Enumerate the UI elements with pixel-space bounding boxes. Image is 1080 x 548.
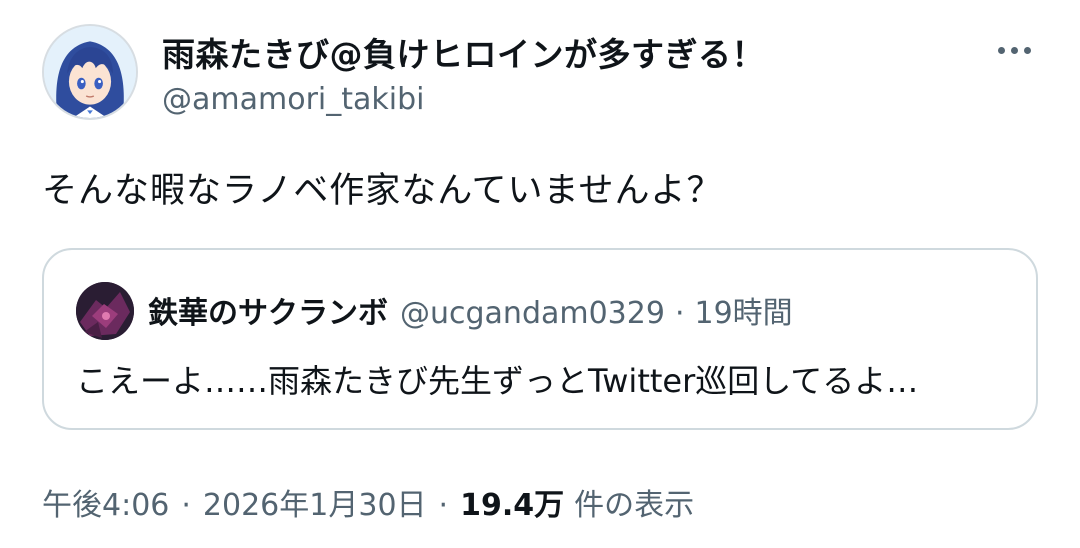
more-button[interactable] [992,36,1036,64]
views-label[interactable]: 件の表示 [574,480,694,524]
quoted-separator: · [674,296,685,331]
quoted-header: 鉄華のサクランボ @ucgandam0329 · 19時間 [148,288,793,332]
quoted-timestamp[interactable]: 19時間 [695,288,793,332]
author-handle[interactable]: @amamori_takibi [162,82,424,117]
quoted-display-name[interactable]: 鉄華のサクランボ [148,288,388,332]
author-display-name[interactable]: 雨森たきび@負けヒロインが多すぎる！ [162,28,765,76]
tweet-date[interactable]: 2026年1月30日 [203,480,427,524]
tweet-time[interactable]: 午後4:06 [42,480,169,524]
quoted-text: こえーよ……雨森たきび先生ずっとTwitter巡回してるよ… [76,362,919,400]
meta-separator: · [438,488,449,523]
quoted-tweet-card[interactable]: 鉄華のサクランボ @ucgandam0329 · 19時間 こえーよ……雨森たき… [42,248,1038,430]
anime-girl-avatar-icon [44,26,136,118]
meta-separator: · [181,488,191,523]
more-dot [1010,46,1018,54]
dark-robot-avatar-icon [76,282,134,340]
author-avatar[interactable] [42,24,138,120]
tweet: 雨森たきび@負けヒロインが多すぎる！ @amamori_takibi そんな暇な… [0,0,1080,548]
quoted-handle[interactable]: @ucgandam0329 [400,296,665,331]
views-count[interactable]: 19.4万 [460,480,564,524]
quoted-author-avatar[interactable] [76,282,134,340]
tweet-meta: 午後4:06 · 2026年1月30日 · 19.4万 件の表示 [42,480,694,524]
more-horizontal-icon [997,46,1005,54]
more-dot [1023,46,1031,54]
tweet-text: そんな暇なラノベ作家なんていませんよ？ [42,171,723,211]
